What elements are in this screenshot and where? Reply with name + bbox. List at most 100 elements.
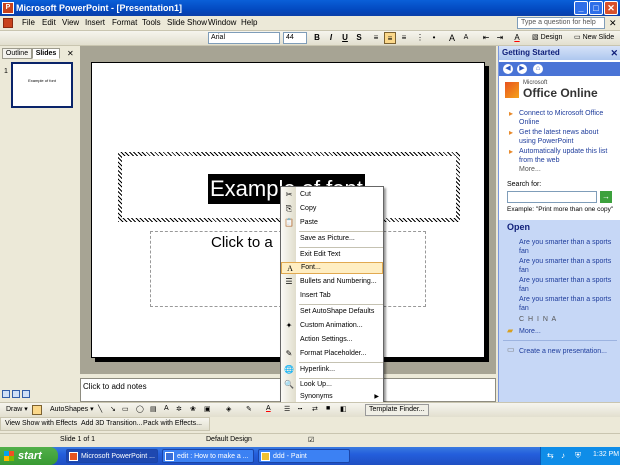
menu-item-look-up[interactable]: 🔍 Look Up...	[281, 379, 383, 391]
menu-item-autoshape-defaults[interactable]: Set AutoShape Defaults	[281, 306, 383, 318]
search-input[interactable]	[507, 191, 597, 203]
tray-network-icon[interactable]: ⇆	[547, 451, 554, 460]
shrink-font-button[interactable]: A	[460, 32, 472, 44]
add-3d-transition-button[interactable]: Add 3D Transition...	[81, 420, 142, 427]
wordart-icon[interactable]: A	[164, 405, 169, 412]
textbox-icon[interactable]: ▤	[150, 405, 157, 413]
normal-view-icon[interactable]	[2, 390, 10, 398]
menu-tools[interactable]: Tools	[142, 18, 161, 27]
font-name-field[interactable]: Arial	[208, 32, 280, 44]
picture-icon[interactable]: ▣	[204, 405, 211, 413]
rectangle-icon[interactable]: ▭	[122, 405, 129, 413]
spelling-icon[interactable]: ☑	[308, 436, 314, 444]
menu-item-format-placeholder[interactable]: ✎ Format Placeholder...	[281, 348, 383, 360]
help-search-input[interactable]: Type a question for help	[517, 17, 605, 29]
tab-slides[interactable]: Slides	[32, 48, 60, 59]
3d-style-icon[interactable]: ◧	[340, 405, 347, 413]
close-button[interactable]: ✕	[604, 1, 618, 15]
menu-help[interactable]: Help	[241, 18, 257, 27]
open-more-link[interactable]: More...	[519, 327, 617, 336]
menu-item-cut[interactable]: ✂ Cut	[281, 189, 383, 201]
menu-item-exit-edit-text[interactable]: Exit Edit Text	[281, 249, 383, 261]
back-icon[interactable]: ◀	[503, 64, 513, 74]
menu-format[interactable]: Format	[112, 18, 137, 27]
underline-button[interactable]: U	[339, 32, 351, 44]
recent-file-link[interactable]: Are you smarter than a sports fan	[519, 276, 617, 294]
clipart-icon[interactable]: ❀	[190, 405, 196, 413]
minimize-button[interactable]: _	[574, 1, 588, 15]
link-auto-update[interactable]: Automatically update this list from the …	[519, 147, 617, 165]
italic-button[interactable]: I	[325, 32, 337, 44]
menu-edit[interactable]: Edit	[42, 18, 56, 27]
powerpoint-icon[interactable]: P	[2, 2, 14, 14]
diagram-icon[interactable]: ✲	[176, 405, 182, 413]
tab-outline[interactable]: Outline	[2, 48, 32, 59]
recent-file-china[interactable]: C H I N A	[519, 316, 557, 323]
menu-item-copy[interactable]: ⎘ Copy	[281, 203, 383, 215]
recent-file-link[interactable]: Are you smarter than a sports fan	[519, 295, 617, 313]
oval-icon[interactable]: ◯	[136, 405, 144, 413]
line-style-icon[interactable]: ☰	[284, 405, 290, 413]
font-color-icon[interactable]: A	[511, 32, 523, 44]
slide-show-icon[interactable]	[22, 390, 30, 398]
font-size-field[interactable]: 44	[283, 32, 307, 44]
decrease-indent-icon[interactable]: ⇤	[480, 32, 492, 44]
menu-item-font[interactable]: A Font...	[281, 262, 383, 274]
view-show-effects-button[interactable]: View Show with Effects	[5, 420, 77, 427]
link-latest-news[interactable]: Get the latest news about using PowerPoi…	[519, 128, 617, 146]
grow-font-button[interactable]: A	[446, 32, 458, 44]
menu-file[interactable]: File	[22, 18, 35, 27]
slide-thumbnail[interactable]: Example of font	[11, 62, 73, 108]
taskbar-item-paint[interactable]: ddd - Paint	[258, 449, 350, 463]
tray-volume-icon[interactable]: ♪	[561, 451, 565, 460]
autoshapes-menu-button[interactable]: AutoShapes ▾	[50, 405, 94, 413]
menu-item-bullets-numbering[interactable]: ☰ Bullets and Numbering...	[281, 276, 383, 288]
recent-file-link[interactable]: Are you smarter than a sports fan	[519, 257, 617, 275]
start-button[interactable]: start	[0, 447, 58, 465]
shadow-button[interactable]: S	[353, 32, 365, 44]
menu-item-insert-tab[interactable]: Insert Tab	[281, 290, 383, 302]
shadow-style-icon[interactable]: ■	[326, 405, 330, 412]
slide-sorter-icon[interactable]	[12, 390, 20, 398]
create-presentation-link[interactable]: Create a new presentation...	[519, 347, 617, 356]
menu-item-save-as-picture[interactable]: Save as Picture...	[281, 233, 383, 245]
bullets-icon[interactable]: •	[428, 32, 440, 44]
line-icon[interactable]: ╲	[98, 405, 102, 413]
tray-security-icon[interactable]: ⛨	[575, 451, 581, 461]
pane-close-icon[interactable]: ✕	[67, 49, 74, 58]
maximize-button[interactable]: □	[589, 1, 603, 15]
document-icon[interactable]	[3, 18, 13, 28]
align-left-icon[interactable]: ≡	[370, 32, 382, 44]
line-color-icon[interactable]: ✎	[246, 405, 252, 413]
menu-window[interactable]: Window	[208, 18, 236, 27]
template-finder-button[interactable]: Template Finder...	[365, 404, 429, 416]
menu-item-custom-animation[interactable]: ✦ Custom Animation...	[281, 320, 383, 332]
menu-item-paste[interactable]: 📋 Paste	[281, 217, 383, 229]
menu-view[interactable]: View	[62, 18, 79, 27]
link-connect-office-online[interactable]: Connect to Microsoft Office Online	[519, 109, 617, 127]
arrow-style-icon[interactable]: ⇄	[312, 405, 318, 413]
new-slide-button[interactable]: ▭ New Slide	[574, 33, 614, 41]
draw-menu-button[interactable]: Draw ▾	[6, 405, 28, 413]
forward-icon[interactable]: ▶	[517, 64, 527, 74]
design-button[interactable]: ▧ Design	[532, 33, 562, 41]
menu-slide-show[interactable]: Slide Show	[167, 18, 207, 27]
document-close-button[interactable]: ✕	[609, 18, 617, 29]
recent-file-link[interactable]: Are you smarter than a sports fan	[519, 238, 617, 256]
bold-button[interactable]: B	[311, 32, 323, 44]
align-center-icon[interactable]: ≡	[384, 32, 396, 44]
taskbar-item-powerpoint[interactable]: Microsoft PowerPoint ...	[66, 449, 158, 463]
pack-with-effects-button[interactable]: Pack with Effects...	[143, 420, 202, 427]
dash-style-icon[interactable]: ┅	[298, 405, 302, 413]
task-pane-close-button[interactable]: ✕	[610, 46, 618, 60]
increase-indent-icon[interactable]: ⇥	[494, 32, 506, 44]
menu-insert[interactable]: Insert	[85, 18, 105, 27]
search-go-button[interactable]: →	[600, 191, 612, 203]
home-icon[interactable]: ⌂	[533, 64, 543, 74]
font-color-icon[interactable]: A	[266, 405, 271, 412]
fill-color-icon[interactable]: ◈	[226, 405, 231, 413]
numbering-icon[interactable]: ⋮	[414, 32, 426, 44]
menu-item-hyperlink[interactable]: 🌐 Hyperlink...	[281, 364, 383, 376]
task-pane-title[interactable]: Getting Started	[502, 48, 560, 57]
more-link[interactable]: More...	[519, 166, 541, 173]
